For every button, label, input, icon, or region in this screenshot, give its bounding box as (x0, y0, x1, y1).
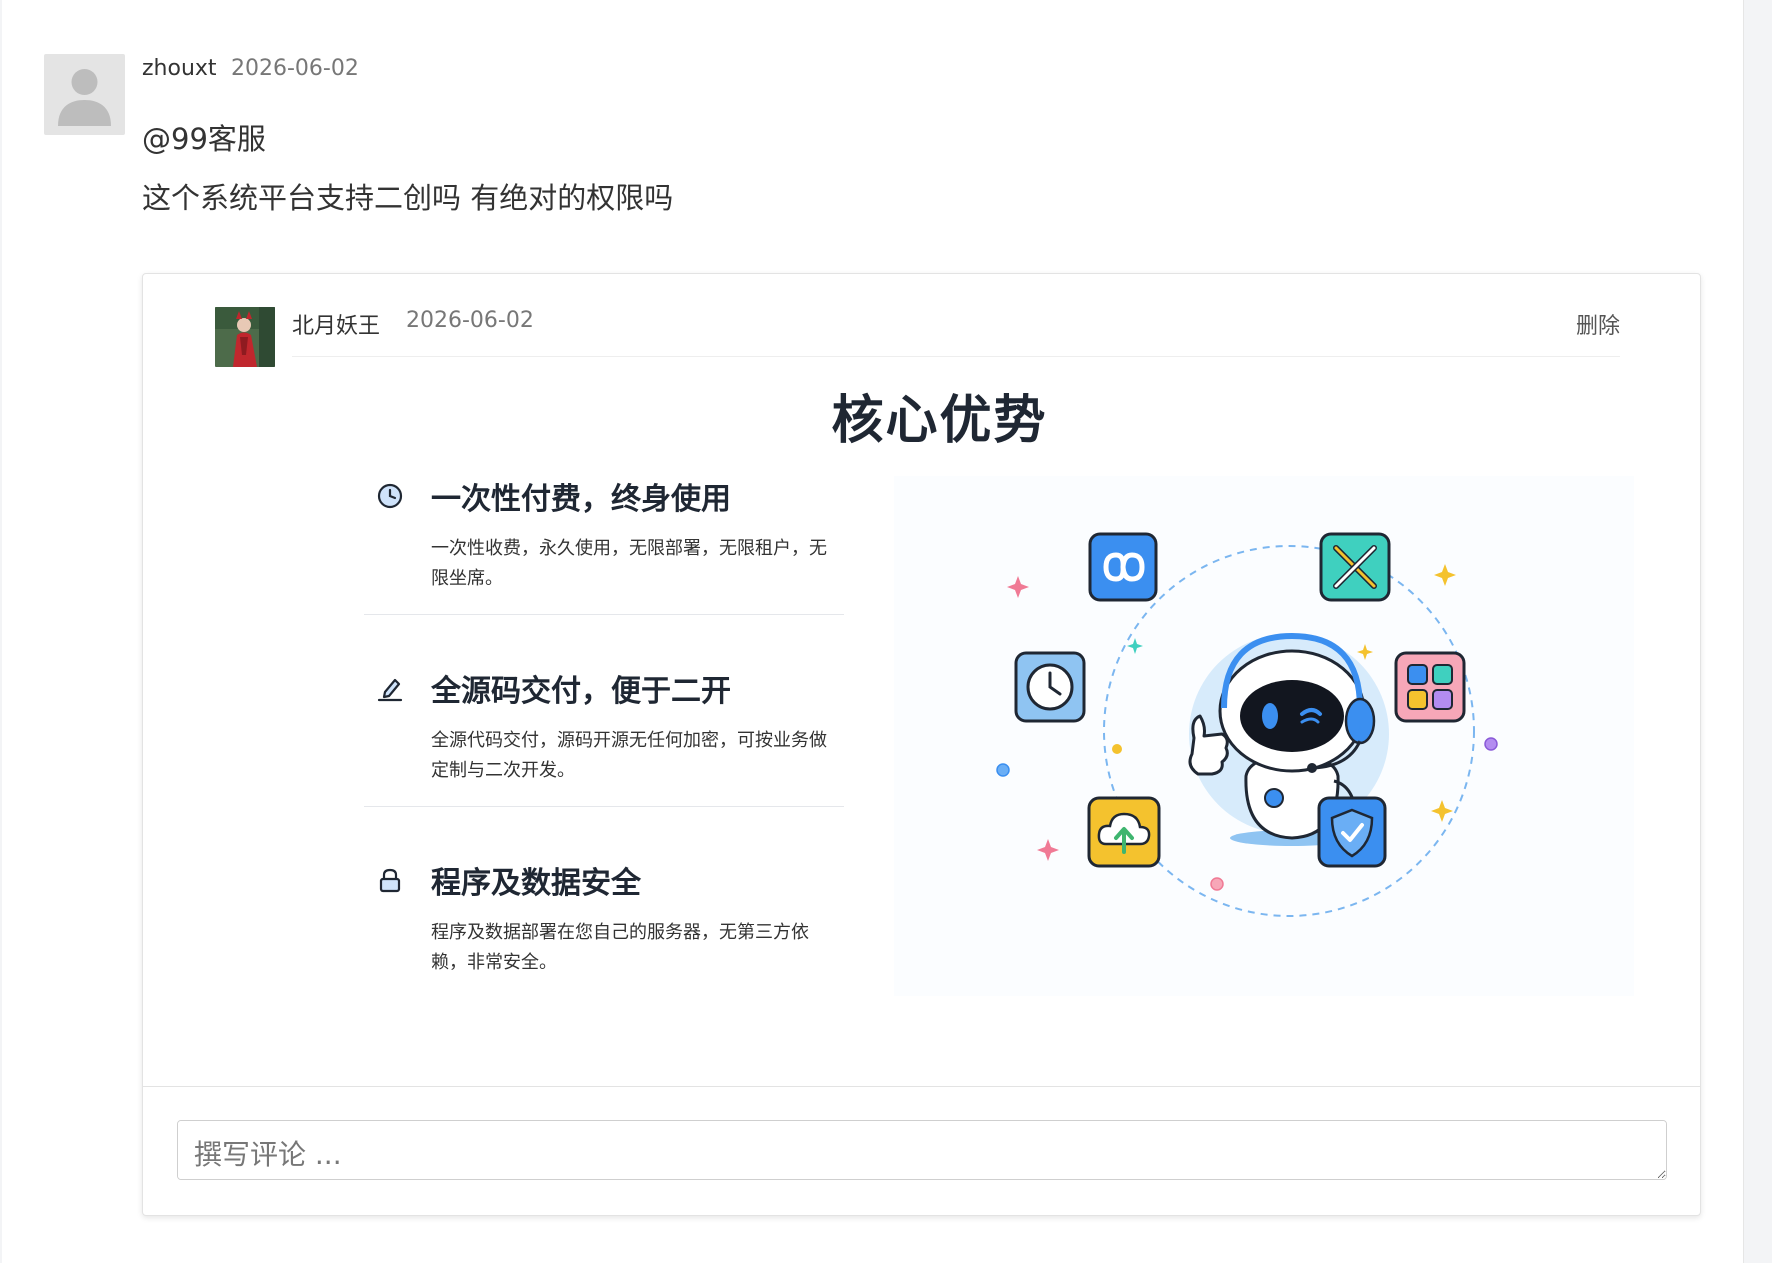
comment-input[interactable] (177, 1120, 1667, 1180)
discussion-page: zhouxt 2026-06-02 @99客服 这个系统平台支持二创吗 有绝对的… (2, 0, 1744, 1263)
clock-icon (374, 480, 406, 512)
tools-icon (1319, 532, 1391, 602)
feature-title: 全源码交付，便于二开 (431, 674, 731, 709)
clock-tile-icon (1014, 651, 1086, 723)
lock-icon (374, 864, 406, 896)
feature-title: 一次性付费，终身使用 (431, 482, 731, 517)
reply-date: 2026-06-02 (406, 308, 534, 333)
feature-description: 程序及数据部署在您自己的服务器，无第三方依赖，非常安全。 (431, 922, 809, 973)
feature-item: 程序及数据安全 程序及数据部署在您自己的服务器，无第三方依赖，非常安全。 (364, 858, 844, 988)
feature-item: 一次性付费，终身使用 一次性收费，永久使用，无限部署，无限租户，无限坐席。 (364, 474, 844, 604)
reply-card: 北月妖王 2026-06-02 删除 核心优势 一次性付费，终身使用 一次性收费… (142, 273, 1701, 1216)
topic-author-name[interactable]: zhouxt (142, 56, 217, 81)
pen-icon (374, 672, 406, 704)
delete-reply-link[interactable]: 删除 (1576, 308, 1620, 340)
feature-item: 全源码交付，便于二开 全源代码交付，源码开源无任何加密，可按业务做定制与二次开发… (364, 666, 844, 796)
feature-divider (364, 614, 844, 615)
robot-illustration (894, 476, 1634, 996)
robot-support-icon (894, 476, 1634, 996)
attached-poster-image: 核心优势 一次性付费，终身使用 一次性收费，永久使用，无限部署，无限租户，无限坐… (143, 358, 1700, 1078)
card-footer-divider (143, 1086, 1700, 1087)
apps-grid-icon (1394, 651, 1466, 723)
feature-divider (364, 806, 844, 807)
feature-description: 一次性收费，永久使用，无限部署，无限租户，无限坐席。 (431, 538, 827, 589)
infinity-icon (1088, 532, 1158, 602)
topic-author-avatar[interactable] (44, 54, 125, 135)
feature-description: 全源代码交付，源码开源无任何加密，可按业务做定制与二次开发。 (431, 730, 827, 781)
topic-mention[interactable]: @99客服 (142, 116, 266, 158)
reply-header-divider (292, 356, 1620, 357)
topic-date: 2026-06-02 (231, 56, 359, 81)
reply-author-name[interactable]: 北月妖王 (292, 308, 380, 340)
feature-title: 程序及数据安全 (431, 866, 641, 901)
poster-title: 核心优势 (831, 391, 1048, 451)
cloud-upload-icon (1087, 796, 1161, 868)
user-placeholder-icon (58, 69, 111, 126)
shield-check-icon (1317, 796, 1387, 868)
topic-body-text: 这个系统平台支持二创吗 有绝对的权限吗 (142, 181, 674, 215)
